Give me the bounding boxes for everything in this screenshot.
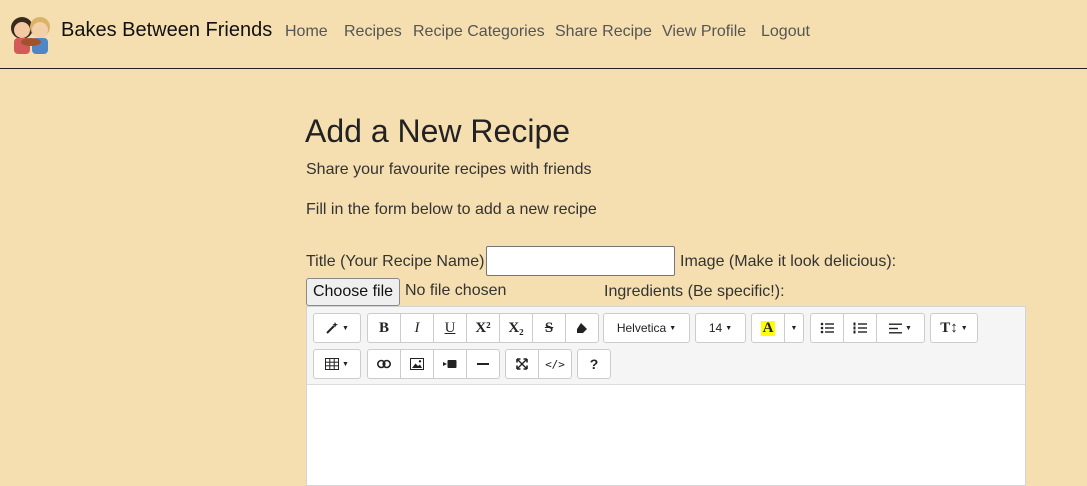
page-title: Add a New Recipe [305,113,571,149]
text-height-icon: T↕ [940,319,958,336]
chevron-down-icon: ▼ [669,324,677,332]
insert-picture-button[interactable] [400,349,434,379]
magic-style-button[interactable]: ▼ [313,313,361,343]
table-group: ▼ [313,349,361,379]
clear-format-button[interactable] [565,313,599,343]
align-left-icon [889,323,903,333]
view-group: </> [505,349,572,379]
superscript-button[interactable]: X² [466,313,500,343]
fullscreen-icon [516,358,528,370]
ingredients-editor: ▼ B I U X² X₂ S Helvetica ▼ 14 ▼ A ▼ ▼ T… [306,306,1026,486]
underline-button[interactable]: U [433,313,467,343]
unordered-list-button[interactable] [810,313,844,343]
help-group: ? [577,349,611,379]
horizontal-rule-icon [477,363,489,365]
picture-icon [410,358,424,370]
font-size-value: 14 [708,321,723,335]
insert-link-button[interactable] [367,349,401,379]
choose-file-button[interactable]: Choose file [306,278,400,306]
strikethrough-button[interactable]: S [532,313,566,343]
font-name-value: Helvetica [616,321,667,335]
ingredients-label: Ingredients (Be specific!): [604,283,785,300]
link-icon [377,359,391,369]
brand-logo[interactable] [6,10,56,56]
eraser-icon [577,323,587,333]
insert-group [367,349,500,379]
nav-recipes[interactable]: Recipes [344,23,402,41]
table-icon [325,358,340,370]
editor-toolbar: ▼ B I U X² X₂ S Helvetica ▼ 14 ▼ A ▼ ▼ T… [307,307,1025,385]
recipe-title-input[interactable] [486,246,675,276]
color-dropdown-button[interactable]: ▼ [784,313,804,343]
ingredients-text-area[interactable] [307,385,1025,485]
page-subtitle: Share your favourite recipes with friend… [306,161,592,178]
nav-logout[interactable]: Logout [761,23,810,41]
font-name-dropdown[interactable]: Helvetica ▼ [603,313,690,343]
fullscreen-button[interactable] [505,349,539,379]
line-height-dropdown[interactable]: T↕ ▼ [930,313,978,343]
bullet-list-icon [820,322,834,334]
color-group: A ▼ [751,313,804,343]
font-size-dropdown[interactable]: 14 ▼ [695,313,746,343]
magic-wand-icon [326,322,339,334]
style-group: ▼ [313,313,361,343]
chevron-down-icon: ▼ [790,324,798,332]
title-label: Title (Your Recipe Name): [306,253,489,270]
font-format-group: B I U X² X₂ S [367,313,599,343]
navbar: Bakes Between Friends Home Recipes Recip… [0,0,1087,69]
brand-name[interactable]: Bakes Between Friends [61,19,272,42]
subscript-button[interactable]: X₂ [499,313,533,343]
height-group: T↕ ▼ [930,313,978,343]
insert-video-button[interactable] [433,349,467,379]
chevron-down-icon: ▼ [342,324,349,332]
video-icon [443,360,457,368]
font-size-group: 14 ▼ [695,313,746,343]
numbered-list-icon [853,322,867,334]
nav-recipe-categories[interactable]: Recipe Categories [413,23,545,41]
align-dropdown-button[interactable]: ▼ [876,313,925,343]
italic-button[interactable]: I [400,313,434,343]
code-view-button[interactable]: </> [538,349,572,379]
bold-button[interactable]: B [367,313,401,343]
nav-view-profile[interactable]: View Profile [662,23,746,41]
ordered-list-button[interactable] [843,313,877,343]
chevron-down-icon: ▼ [342,360,349,368]
nav-share-recipe[interactable]: Share Recipe [555,23,652,41]
nav-home[interactable]: Home [285,23,328,41]
form-instructions: Fill in the form below to add a new reci… [306,201,597,218]
horizontal-rule-button[interactable] [466,349,500,379]
help-button[interactable]: ? [577,349,611,379]
font-name-group: Helvetica ▼ [603,313,690,343]
chevron-down-icon: ▼ [905,324,912,332]
image-label: Image (Make it look delicious): [680,253,897,270]
chevron-down-icon: ▼ [960,324,968,332]
table-dropdown-button[interactable]: ▼ [313,349,361,379]
file-status-text: No file chosen [405,282,507,299]
paragraph-group: ▼ [810,313,925,343]
highlight-letter: A [760,319,776,336]
chevron-down-icon: ▼ [725,324,733,332]
text-color-button[interactable]: A [751,313,785,343]
